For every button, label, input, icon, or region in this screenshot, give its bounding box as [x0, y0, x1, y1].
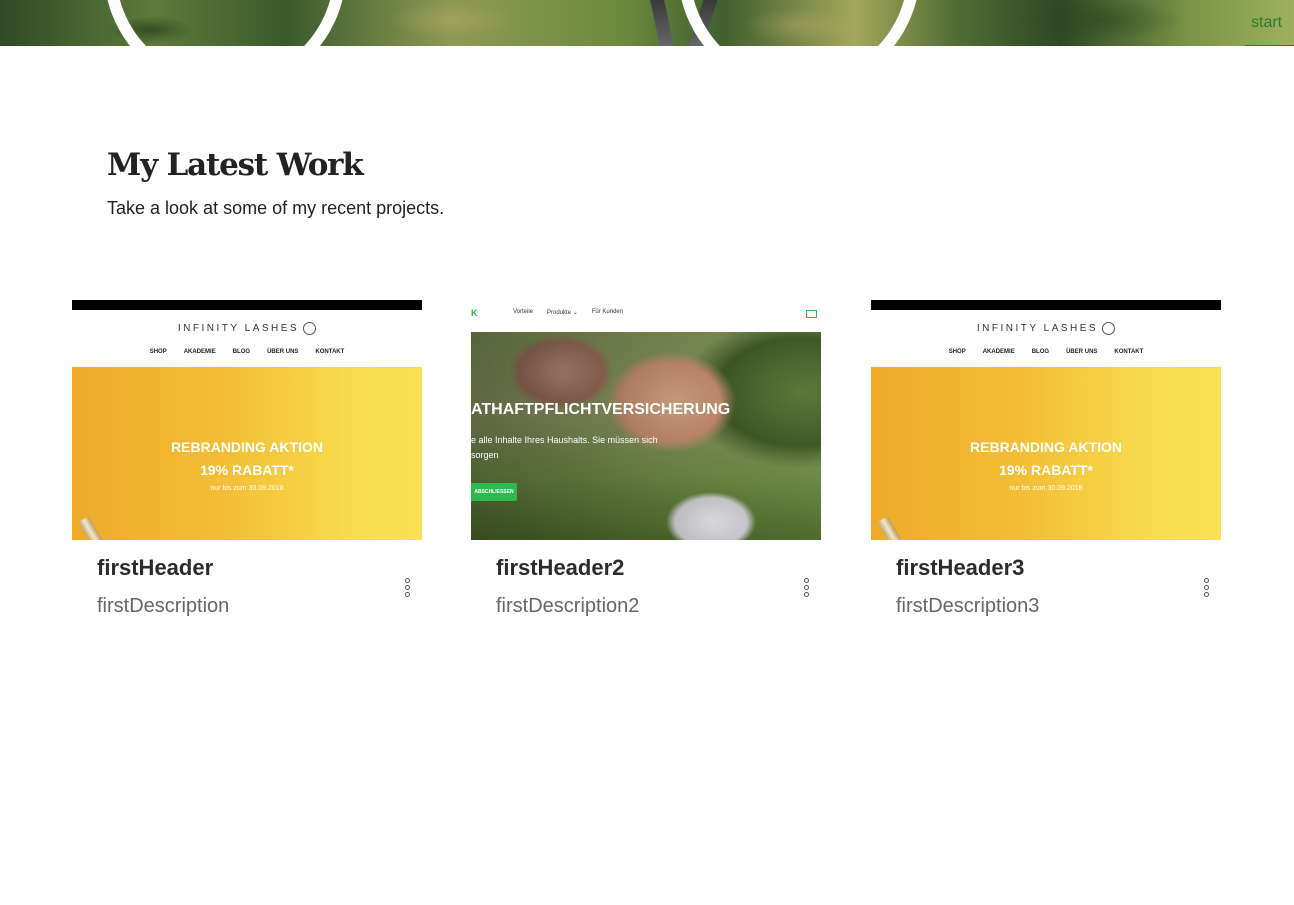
thumbnail-banner: REBRANDING AKTION 19% RABATT* nur bis zu…: [871, 367, 1221, 540]
thumbnail-nav: Vorteile Produkte ⌄ Für Kunden: [513, 309, 623, 316]
brand-logo-icon: [1102, 322, 1116, 335]
banner-discount: 19% RABATT*: [200, 462, 294, 478]
thumbnail-topbar: [871, 300, 1221, 310]
thumbnail-topbar: [72, 300, 422, 310]
thumbnail-nav-item: Produkte ⌄: [547, 310, 578, 316]
product-tube-image: [877, 516, 905, 540]
project-title[interactable]: firstHeader3: [896, 555, 1024, 581]
thumbnail-nav-item: KONTAKT: [315, 349, 345, 355]
more-vertical-icon[interactable]: [1196, 576, 1216, 598]
thumbnail-nav: SHOP AKADEMIE BLOG ÜBER UNS KONTAKT: [72, 349, 422, 355]
thumbnail-nav-item: ÜBER UNS: [267, 349, 299, 355]
thumbnail-logo: K: [471, 308, 478, 318]
project-card[interactable]: K Vorteile Produkte ⌄ Für Kunden ATHAFTP…: [471, 300, 821, 640]
product-tube-image: [78, 516, 106, 540]
thumbnail-nav-item: BLOG: [1031, 349, 1050, 355]
thumbnail-nav: SHOP AKADEMIE BLOG ÜBER UNS KONTAKT: [871, 349, 1221, 355]
project-description: firstDescription: [97, 595, 230, 617]
thumbnail-cta-button: ABSCHLIESSEN: [471, 483, 517, 501]
thumbnail-nav-item: SHOP: [948, 349, 966, 355]
project-thumbnail[interactable]: INFINITY LASHES SHOP AKADEMIE BLOG ÜBER …: [72, 300, 422, 540]
thumbnail-nav-item: Für Kunden: [591, 309, 624, 315]
mail-icon: [806, 310, 817, 318]
thumbnail-brand: INFINITY LASHES: [72, 322, 422, 335]
more-vertical-icon[interactable]: [397, 576, 417, 598]
hero-landscape-banner: start: [0, 0, 1294, 46]
project-card[interactable]: INFINITY LASHES SHOP AKADEMIE BLOG ÜBER …: [871, 300, 1221, 640]
thumbnail-nav-item: AKADEMIE: [183, 349, 216, 355]
banner-note: nur bis zum 30.09.2018: [210, 485, 284, 492]
banner-discount: 19% RABATT*: [999, 462, 1093, 478]
project-title[interactable]: firstHeader: [97, 555, 213, 581]
project-thumbnail[interactable]: INFINITY LASHES SHOP AKADEMIE BLOG ÜBER …: [871, 300, 1221, 540]
banner-note: nur bis zum 30.09.2018: [1009, 485, 1083, 492]
project-card[interactable]: INFINITY LASHES SHOP AKADEMIE BLOG ÜBER …: [72, 300, 422, 640]
project-thumbnail[interactable]: K Vorteile Produkte ⌄ Für Kunden ATHAFTP…: [471, 300, 821, 540]
brand-logo-icon: [303, 322, 317, 335]
thumbnail-nav-item: SHOP: [149, 349, 167, 355]
thumbnail-nav-item: KONTAKT: [1114, 349, 1144, 355]
thumbnail-headline: ATHAFTPFLICHTVERSICHERUNG: [471, 401, 731, 418]
banner-headline: REBRANDING AKTION: [171, 439, 323, 455]
start-link[interactable]: start: [1245, 12, 1294, 46]
thumbnail-text: e alle Inhalte Ihres Haushalts. Sie müss…: [471, 435, 658, 460]
thumbnail-nav-item: ÜBER UNS: [1066, 349, 1098, 355]
section-title: My Latest Work: [107, 147, 364, 183]
more-vertical-icon[interactable]: [796, 576, 816, 598]
banner-headline: REBRANDING AKTION: [970, 439, 1122, 455]
thumbnail-header: K Vorteile Produkte ⌄ Für Kunden: [471, 300, 821, 332]
project-title[interactable]: firstHeader2: [496, 555, 624, 581]
circle-frame-decoration: [104, 0, 346, 46]
thumbnail-nav-item: BLOG: [232, 349, 251, 355]
project-description: firstDescription2: [496, 595, 640, 617]
thumbnail-nav-item: AKADEMIE: [982, 349, 1015, 355]
thumbnail-banner: REBRANDING AKTION 19% RABATT* nur bis zu…: [72, 367, 422, 540]
circle-frame-decoration: [678, 0, 920, 46]
thumbnail-nav-item: Vorteile: [513, 309, 534, 315]
thumbnail-brand: INFINITY LASHES: [871, 322, 1221, 335]
section-subtitle: Take a look at some of my recent project…: [107, 198, 445, 218]
project-description: firstDescription3: [896, 595, 1040, 617]
